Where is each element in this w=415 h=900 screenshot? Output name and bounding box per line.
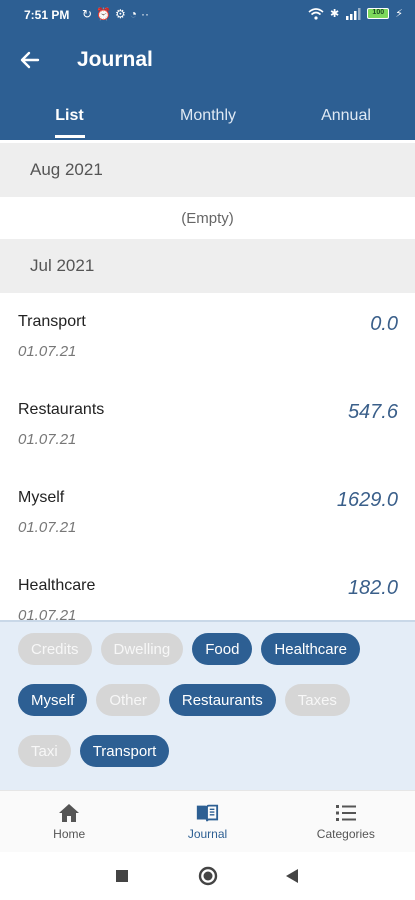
tab-label: Annual: [321, 107, 371, 124]
system-status-icons: ✱ 100 ⚡: [308, 7, 403, 20]
app-bar: Journal List Monthly Annual: [0, 30, 415, 140]
filter-chip-transport[interactable]: Transport: [79, 735, 170, 767]
journal-entry[interactable]: Myself 01.07.21 1629.0: [0, 469, 415, 557]
filter-chip-dwelling[interactable]: Dwelling: [100, 633, 184, 665]
tab-label: Monthly: [179, 107, 237, 124]
entry-category: Restaurants: [18, 401, 105, 418]
system-navigation-bar: [0, 852, 415, 900]
wifi-icon: [308, 7, 324, 20]
chip-row: Credits Dwelling Food Healthcare: [18, 633, 360, 665]
journal-list[interactable]: Aug 2021 (Empty) Jul 2021 Transport 01.0…: [0, 140, 415, 620]
filter-chip-other[interactable]: Other: [96, 684, 160, 716]
bottom-navigation: Home Journal Categories: [0, 790, 415, 853]
tab-indicator: [54, 135, 85, 138]
tab-bar: List Monthly Annual: [0, 92, 415, 140]
charging-icon: ⚡: [395, 8, 403, 20]
settings-icon: ⚙: [115, 7, 126, 21]
home-icon: [57, 802, 81, 824]
back-button[interactable]: [14, 44, 46, 76]
empty-placeholder: (Empty): [181, 209, 234, 227]
arrow-left-icon: [20, 51, 40, 69]
tab-list[interactable]: List: [0, 92, 139, 140]
entry-amount: 1629.0: [336, 489, 398, 511]
battery-icon: 100: [367, 8, 390, 19]
nav-journal[interactable]: Journal: [138, 791, 276, 853]
sync-icon: ↻: [82, 7, 93, 21]
entry-amount: 182.0: [347, 577, 398, 599]
entry-amount: 547.6: [347, 401, 398, 423]
filter-chip-healthcare[interactable]: Healthcare: [261, 633, 360, 665]
entry-category: Transport: [18, 313, 86, 330]
tab-annual[interactable]: Annual: [277, 92, 415, 140]
app-notification-icon: ◔: [129, 7, 138, 21]
entry-date: 01.07.21: [18, 519, 77, 536]
nav-label: Categories: [316, 827, 375, 841]
entry-date: 01.07.21: [18, 431, 77, 448]
nav-label: Journal: [187, 827, 228, 841]
category-filter-panel: Credits Dwelling Food Healthcare Myself …: [0, 620, 415, 790]
circle-icon: [198, 866, 218, 886]
filter-chip-taxi[interactable]: Taxi: [18, 735, 71, 767]
entry-category: Healthcare: [18, 577, 96, 594]
book-icon: [195, 802, 219, 824]
filter-chip-taxes[interactable]: Taxes: [284, 684, 350, 716]
tab-monthly[interactable]: Monthly: [139, 92, 277, 140]
status-bar: 7:51 PM ↻ ⏰ ⚙ ◔ ·· ✱ 100 ⚡: [0, 0, 415, 30]
more-notifications-icon: ··: [141, 7, 150, 21]
nav-categories[interactable]: Categories: [277, 791, 415, 853]
list-icon: [334, 802, 358, 824]
month-header: Jul 2021: [0, 239, 415, 293]
square-icon: [116, 870, 128, 882]
nav-home[interactable]: Home: [0, 791, 138, 853]
recents-button[interactable]: [112, 866, 132, 886]
journal-entry[interactable]: Transport 01.07.21 0.0: [0, 293, 415, 381]
journal-entry[interactable]: Healthcare 01.07.21 182.0: [0, 557, 415, 620]
back-system-button[interactable]: [282, 866, 302, 886]
filter-chip-credits[interactable]: Credits: [18, 633, 92, 665]
notification-icons: ↻ ⏰ ⚙ ◔ ··: [82, 6, 149, 22]
chip-row: Myself Other Restaurants Taxes: [18, 684, 350, 716]
entry-category: Myself: [18, 489, 65, 506]
filter-chip-myself[interactable]: Myself: [18, 684, 88, 716]
bluetooth-icon: ✱: [330, 8, 340, 20]
entry-date: 01.07.21: [18, 607, 77, 620]
journal-entry[interactable]: Restaurants 01.07.21 547.6: [0, 381, 415, 469]
entry-amount: 0.0: [370, 313, 398, 335]
signal-icon: [346, 7, 361, 20]
triangle-back-icon: [286, 869, 298, 883]
status-time: 7:51 PM: [24, 8, 70, 22]
entry-date: 01.07.21: [18, 343, 77, 360]
nav-label: Home: [53, 827, 86, 841]
month-header: Aug 2021: [0, 143, 415, 197]
alarm-icon: ⏰: [96, 7, 112, 21]
chip-row: Taxi Transport: [18, 735, 170, 767]
page-title: Journal: [77, 48, 153, 71]
home-system-button[interactable]: [198, 866, 218, 886]
filter-chip-food[interactable]: Food: [192, 633, 253, 665]
filter-chip-restaurants[interactable]: Restaurants: [168, 684, 276, 716]
tab-label: List: [55, 107, 84, 124]
